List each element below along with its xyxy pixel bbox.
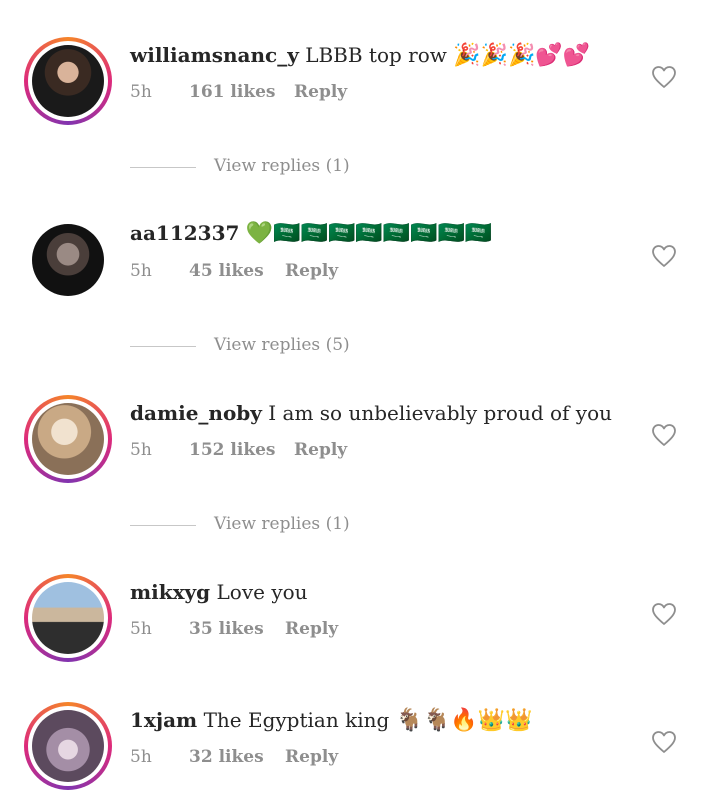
comment-username[interactable]: mikxyg xyxy=(130,580,210,604)
view-replies-link[interactable]: View replies (1) xyxy=(130,156,430,180)
avatar xyxy=(32,710,104,782)
comment-emoji: 💚🇸🇦🇸🇦🇸🇦🇸🇦🇸🇦🇸🇦🇸🇦🇸🇦 xyxy=(245,221,493,246)
avatar xyxy=(32,403,104,475)
comment-text: The Egyptian king xyxy=(203,708,390,732)
comment-likes[interactable]: 152 likes xyxy=(189,440,276,460)
heart-icon[interactable] xyxy=(651,730,677,754)
heart-icon[interactable] xyxy=(651,423,677,447)
avatar-ring[interactable] xyxy=(24,574,112,662)
comment-time: 5h xyxy=(130,747,152,767)
comment-time: 5h xyxy=(130,619,152,639)
heart-icon[interactable] xyxy=(651,244,677,268)
view-replies-label[interactable]: View replies (5) xyxy=(214,335,350,355)
avatar-ring[interactable] xyxy=(24,702,112,790)
comment-username[interactable]: 1xjam xyxy=(130,708,197,732)
comment-emoji: 🐐🐐🔥👑👑 xyxy=(395,708,533,733)
avatar xyxy=(32,45,104,117)
heart-icon[interactable] xyxy=(651,602,677,626)
heart-icon[interactable] xyxy=(651,65,677,89)
comment-likes[interactable]: 45 likes xyxy=(189,261,264,281)
comment-likes[interactable]: 35 likes xyxy=(189,619,264,639)
comment-text: I am so unbelievably proud of you xyxy=(268,401,613,425)
divider-line xyxy=(130,167,196,168)
reply-button[interactable]: Reply xyxy=(285,619,338,639)
comment-text: LBBB top row xyxy=(305,43,447,67)
reply-button[interactable]: Reply xyxy=(294,82,347,102)
comment-username[interactable]: damie_noby xyxy=(130,401,262,425)
avatar-ring[interactable] xyxy=(24,216,112,304)
reply-button[interactable]: Reply xyxy=(285,261,338,281)
divider-line xyxy=(130,346,196,347)
view-replies-label[interactable]: View replies (1) xyxy=(214,514,350,534)
comment-time: 5h xyxy=(130,261,152,281)
comment-username[interactable]: aa112337 xyxy=(130,221,239,245)
comment-time: 5h xyxy=(130,440,152,460)
comment-emoji: 🎉🎉🎉💕💕 xyxy=(453,43,591,68)
avatar-ring[interactable] xyxy=(24,395,112,483)
view-replies-label[interactable]: View replies (1) xyxy=(214,156,350,176)
divider-line xyxy=(130,525,196,526)
comment-text: Love you xyxy=(216,580,308,604)
reply-button[interactable]: Reply xyxy=(285,747,338,767)
comment-username[interactable]: williamsnanc_y xyxy=(130,43,299,67)
avatar-ring[interactable] xyxy=(24,37,112,125)
view-replies-link[interactable]: View replies (5) xyxy=(130,335,430,359)
comment-time: 5h xyxy=(130,82,152,102)
reply-button[interactable]: Reply xyxy=(294,440,347,460)
avatar xyxy=(32,582,104,654)
comment-likes[interactable]: 161 likes xyxy=(189,82,276,102)
avatar xyxy=(32,224,104,296)
comment-likes[interactable]: 32 likes xyxy=(189,747,264,767)
view-replies-link[interactable]: View replies (1) xyxy=(130,514,430,538)
